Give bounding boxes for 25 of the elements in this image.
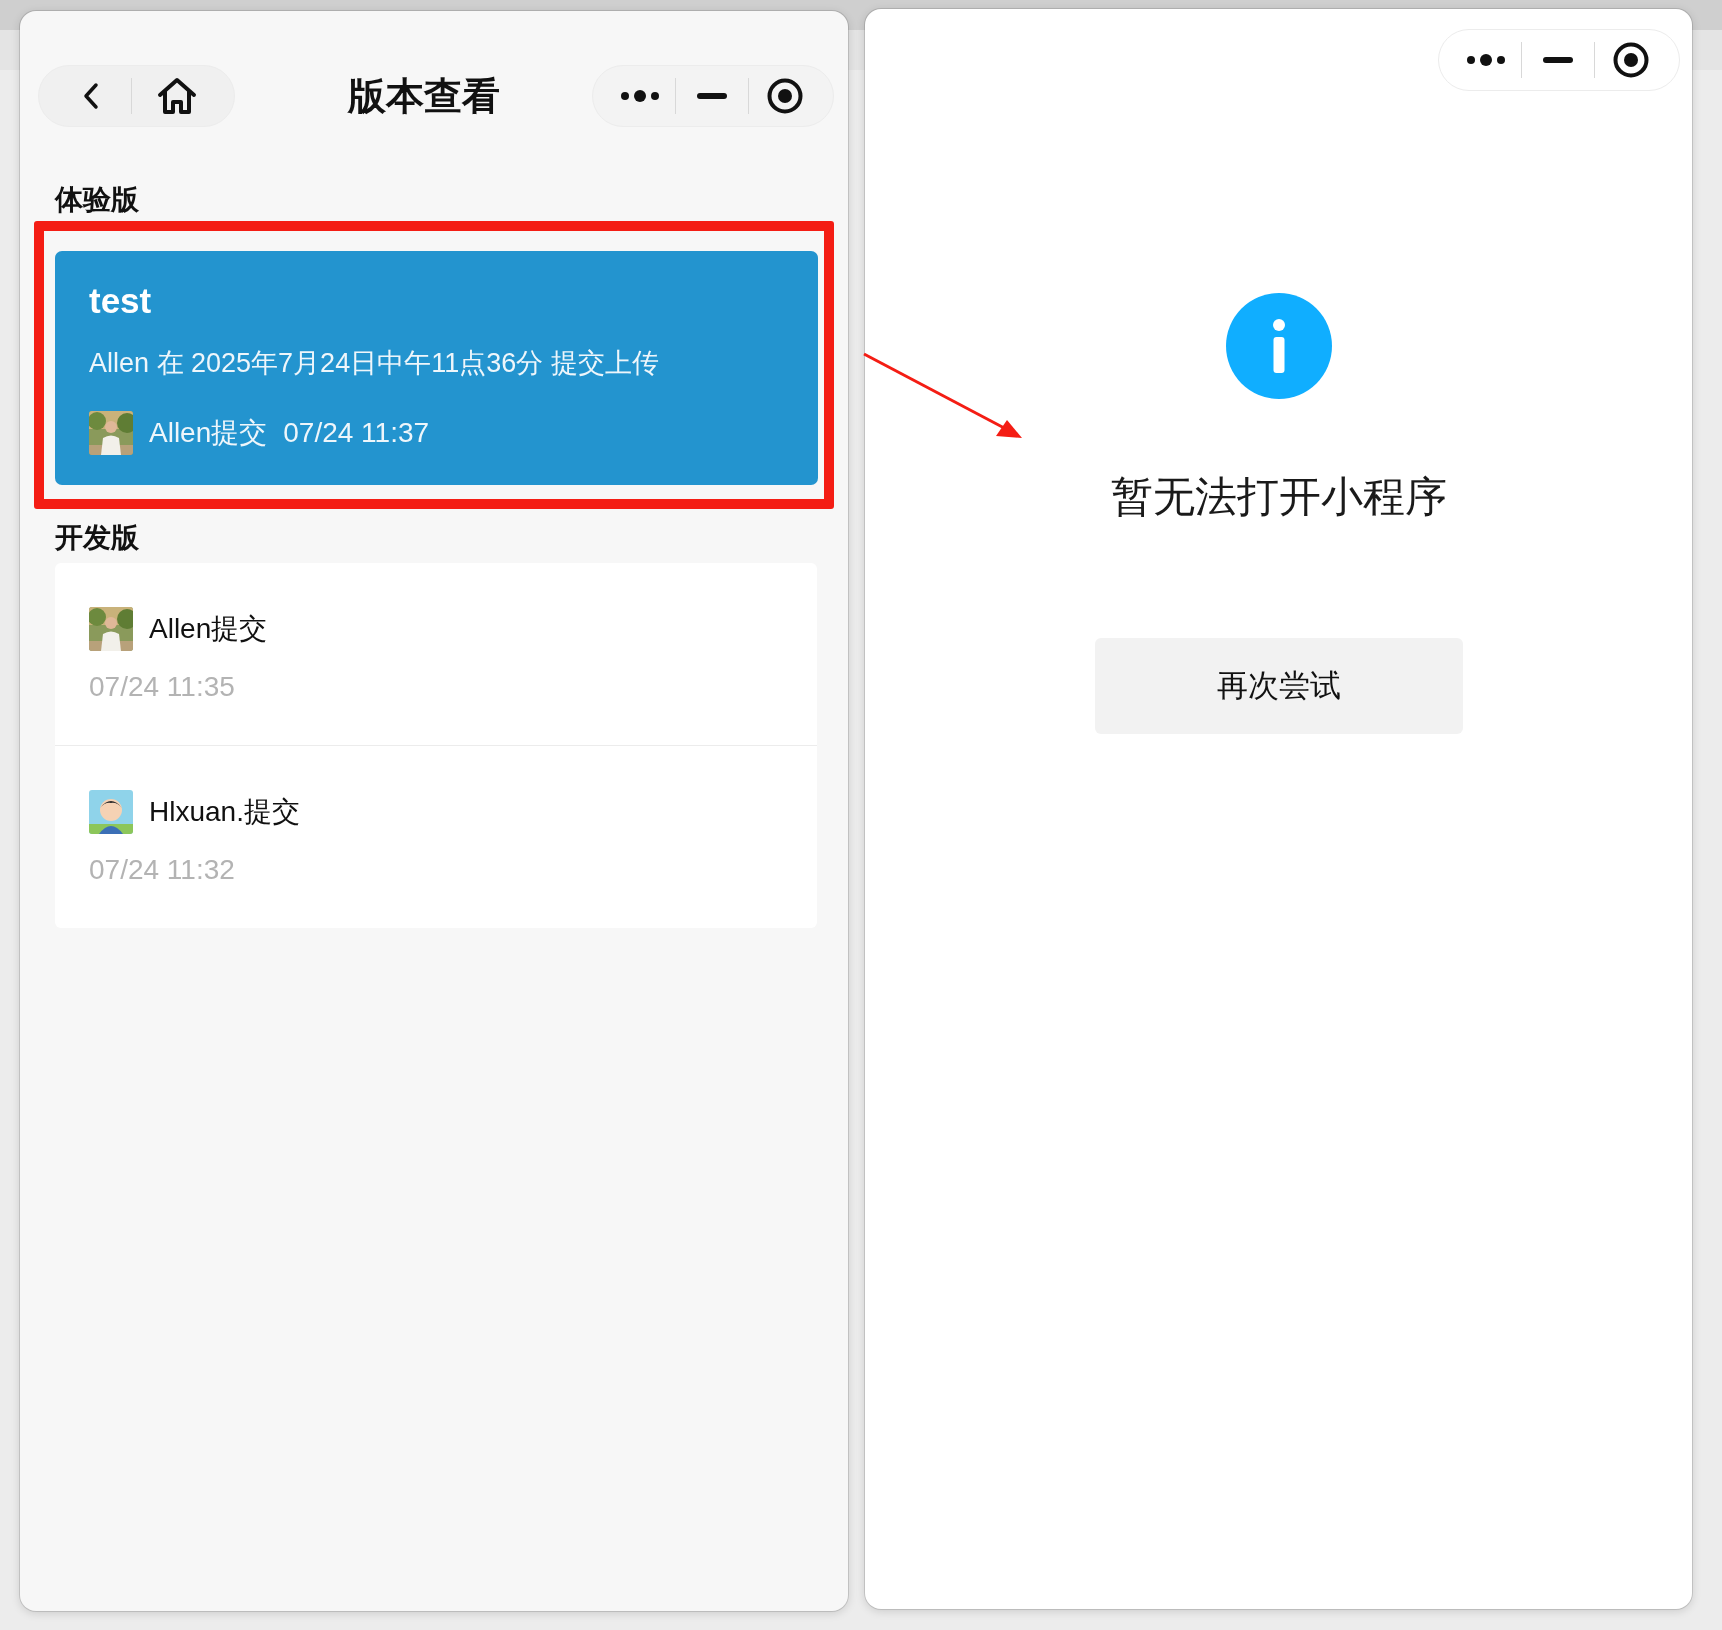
submitter-label: Allen提交: [149, 416, 268, 450]
more-icon: [620, 89, 660, 103]
submit-time: 07/24 11:32: [89, 854, 236, 886]
submit-time: 07/24 11:35: [89, 671, 236, 703]
dev-version-item[interactable]: Allen提交 07/24 11:35: [55, 563, 817, 745]
minimize-icon: [697, 93, 727, 99]
page-title: 版本查看: [346, 73, 501, 119]
close-icon: [1613, 42, 1649, 78]
version-description: Allen 在 2025年7月24日中午11点36分 提交上传: [89, 347, 660, 380]
section-heading: 体验版: [53, 183, 140, 217]
more-icon: [1466, 53, 1506, 67]
submitter-label: Hlxuan.提交: [149, 795, 300, 829]
dev-version-item[interactable]: Hlxuan.提交 07/24 11:32: [55, 745, 817, 928]
info-icon: [1225, 293, 1332, 399]
avatar-icon: [89, 790, 133, 834]
version-title: test: [89, 281, 153, 321]
home-icon: [156, 76, 198, 116]
section-heading: 开发版: [54, 521, 140, 555]
close-icon: [767, 78, 803, 114]
minimize-icon: [1543, 57, 1573, 63]
retry-button[interactable]: 再次尝试: [1094, 638, 1463, 734]
submitter-label: Allen提交: [149, 612, 268, 646]
back-icon: [83, 82, 99, 110]
error-message: 暂无法打开小程序: [1110, 472, 1447, 522]
submit-time: 07/24 11:37: [283, 417, 430, 449]
